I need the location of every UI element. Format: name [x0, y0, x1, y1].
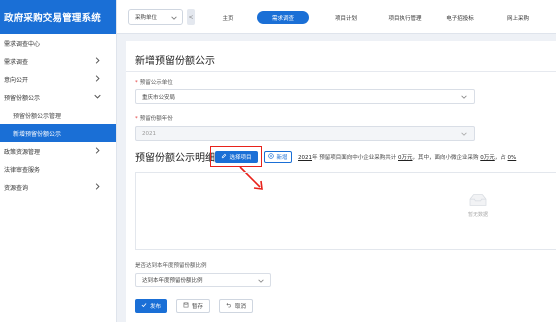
sidebar-item-label: 需求调查	[4, 58, 29, 66]
undo-icon	[226, 302, 232, 310]
save-draft-label: 暂存	[191, 304, 203, 310]
page-title: 新增预留份额公示	[135, 56, 215, 67]
sidebar-item-resource-query[interactable]: 资源查询	[0, 178, 116, 196]
unit-type-select[interactable]: 采购单位	[128, 9, 183, 25]
tab-label: 网上采购	[506, 15, 529, 22]
sidebar-item-demand-center[interactable]: 需求调查中心	[0, 34, 116, 52]
edit-icon	[221, 153, 227, 161]
ratio-select[interactable]: 达到本年度预留份额比例	[135, 273, 271, 287]
empty-box-icon	[469, 194, 487, 206]
add-button[interactable]: 新增	[264, 151, 292, 163]
chevron-down-icon	[258, 278, 264, 284]
summary-year: 2021	[298, 155, 312, 161]
empty-text: 暂无数据	[467, 212, 488, 218]
sidebar-item-reserved-share-manage[interactable]: 预留份额公示管理	[0, 106, 116, 124]
title-divider	[126, 71, 556, 72]
unit-select-value: 重庆市公安局	[142, 94, 176, 101]
tab-home[interactable]: 主页	[215, 11, 241, 24]
chevron-down-icon	[461, 94, 467, 100]
top-nav: 采购单位 < 主页 需求调查 项目计划 项目执行管理 电子招投标 网上采购	[117, 0, 556, 34]
summary-text: ，占	[494, 155, 506, 161]
empty-state: 暂无数据	[458, 192, 498, 218]
collapse-sidebar-button[interactable]: <	[187, 9, 195, 25]
cancel-button[interactable]: 取消	[219, 299, 253, 313]
sidebar-item-reserved-share[interactable]: 预留份额公示	[0, 88, 116, 106]
unit-field-label: * 预留公示单位	[135, 78, 173, 86]
year-field-label: * 预留份额年份	[135, 114, 173, 122]
detail-section-title: 预留份额公示明细	[135, 153, 215, 164]
required-mark: *	[135, 80, 138, 86]
chevron-down-icon	[94, 93, 101, 100]
tab-label: 项目计划	[334, 15, 357, 22]
summary-percent: 0%	[507, 155, 517, 161]
detail-table: 暂无数据	[135, 172, 556, 250]
chevron-right-icon	[94, 147, 101, 154]
chevron-down-icon	[461, 131, 467, 137]
unit-select[interactable]: 重庆市公安局	[135, 89, 475, 104]
unit-type-value: 采购单位	[135, 15, 158, 21]
tab-project-execution[interactable]: 项目执行管理	[379, 11, 431, 24]
select-project-label: 选择项目	[229, 155, 252, 161]
save-icon	[183, 302, 189, 310]
chevron-left-icon: <	[188, 13, 194, 21]
plus-circle-icon	[268, 153, 275, 161]
tab-label: 项目执行管理	[388, 15, 422, 22]
tab-demand-survey[interactable]: 需求调查	[257, 11, 309, 24]
chevron-right-icon	[94, 75, 101, 82]
publish-button[interactable]: 发布	[135, 299, 167, 313]
summary-amount-total: 0万元	[398, 155, 413, 161]
tab-project-plan[interactable]: 项目计划	[323, 11, 369, 24]
chevron-right-icon	[94, 183, 101, 190]
tab-label: 需求调查	[271, 15, 294, 22]
sidebar-menu: 需求调查中心 需求调查 意向公开 预留份额公示 预留份额公示管理 新增预留份额公…	[0, 34, 116, 196]
unit-label-text: 预留公示单位	[139, 80, 173, 86]
tab-e-bidding[interactable]: 电子招投标	[437, 11, 483, 24]
tab-online-purchase[interactable]: 网上采购	[495, 11, 541, 24]
save-draft-button[interactable]: 暂存	[176, 299, 210, 313]
check-icon	[141, 302, 147, 310]
main-content: 新增预留份额公示 * 预留公示单位 重庆市公安局 * 预留份额年份 2021 预留份…	[117, 34, 556, 322]
form-card: 新增预留份额公示 * 预留公示单位 重庆市公安局 * 预留份额年份 2021 预留份…	[126, 41, 556, 322]
tab-label: 电子招投标	[446, 15, 474, 22]
sidebar-item-policy[interactable]: 政策资源管理	[0, 142, 116, 160]
sidebar-item-demand-survey[interactable]: 需求调查	[0, 52, 116, 70]
chevron-down-icon	[171, 15, 177, 21]
required-mark: *	[135, 116, 138, 122]
sidebar-item-label: 法律审查服务	[4, 166, 41, 174]
cancel-label: 取消	[234, 304, 246, 310]
sidebar-item-intent-public[interactable]: 意向公开	[0, 70, 116, 88]
sidebar-item-label: 意向公开	[4, 76, 29, 84]
chevron-right-icon	[94, 57, 101, 64]
sidebar-item-label: 需求调查中心	[4, 40, 41, 48]
sidebar-item-label: 新增预留份额公示	[13, 130, 62, 138]
ratio-field-label: 是否达到本年度预留份额比例	[135, 263, 207, 269]
app-title: 政府采购交易管理系统	[0, 0, 116, 34]
sidebar-item-new-reserved-share[interactable]: 新增预留份额公示	[0, 124, 116, 142]
summary-amount-micro: 0万元	[480, 155, 495, 161]
sidebar-item-legal-review[interactable]: 法律审查服务	[0, 160, 116, 178]
sidebar-item-label: 政策资源管理	[4, 148, 41, 156]
publish-label: 发布	[149, 304, 161, 310]
year-select-value: 2021	[142, 130, 156, 137]
year-label-text: 预留份额年份	[139, 116, 173, 122]
sidebar-item-label: 资源查询	[4, 184, 29, 192]
summary-text: 年 预留项目面向中小企业采购共计	[312, 155, 397, 161]
select-project-button[interactable]: 选择项目	[215, 151, 258, 163]
year-select: 2021	[135, 126, 475, 141]
reserve-summary: 2021年 预留项目面向中小企业采购共计 0万元，其中，面向小微企业采购 0万元…	[298, 153, 516, 161]
sidebar: 政府采购交易管理系统 需求调查中心 需求调查 意向公开 预留份额公示 预留份额公…	[0, 0, 117, 322]
summary-text: ，其中，面向小微企业采购	[412, 155, 479, 161]
ratio-select-value: 达到本年度预留份额比例	[142, 278, 203, 284]
add-label: 新增	[276, 155, 288, 161]
sidebar-item-label: 预留份额公示管理	[13, 112, 62, 120]
sidebar-item-label: 预留份额公示	[4, 94, 41, 102]
tab-label: 主页	[222, 15, 234, 22]
